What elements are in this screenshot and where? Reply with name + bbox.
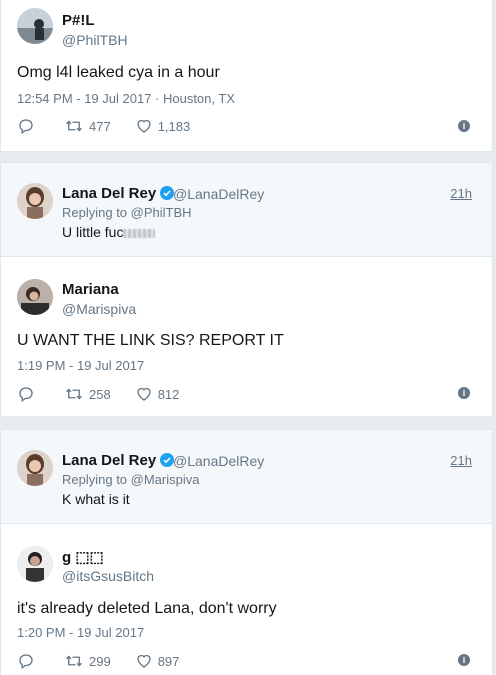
user-handle[interactable]: @itsGsusBitch — [62, 568, 154, 584]
replying-to[interactable]: Replying to @PhilTBH — [62, 205, 192, 220]
tweet-timestamp[interactable]: 1:20 PM - 19 Jul 2017 — [17, 625, 144, 640]
like-button[interactable]: 812 — [135, 385, 180, 403]
tweet-card-mariana[interactable]: Mariana @Marispiva U WANT THE LINK SIS? … — [0, 256, 493, 417]
like-button[interactable]: 1,183 — [135, 117, 191, 135]
retweet-button[interactable]: 477 — [64, 117, 111, 135]
retweet-count: 477 — [89, 118, 111, 134]
avatar[interactable] — [17, 546, 53, 582]
reply-button[interactable] — [17, 652, 40, 670]
tweet-text: it's already deleted Lana, don't worry — [17, 600, 277, 617]
info-icon[interactable]: i — [458, 387, 470, 399]
retweet-button[interactable]: 299 — [64, 652, 111, 670]
retweet-count: 299 — [89, 653, 111, 669]
tweet-actions: 299 897 — [17, 651, 203, 671]
retweet-icon — [66, 120, 82, 132]
tweet-card-phil[interactable]: P#!L @PhilTBH Omg l4l leaked cya in a ho… — [0, 0, 493, 152]
user-handle[interactable]: @LanaDelRey — [173, 453, 264, 469]
reply-icon — [19, 119, 33, 135]
censored-text — [123, 229, 156, 238]
heart-icon — [137, 654, 151, 668]
retweet-count: 258 — [89, 386, 111, 402]
tweet-actions: 258 812 — [17, 384, 203, 404]
retweet-button[interactable]: 258 — [64, 385, 111, 403]
like-count: 1,183 — [157, 118, 191, 134]
avatar[interactable] — [17, 279, 53, 315]
reply-button[interactable] — [17, 117, 40, 135]
user-handle[interactable]: @LanaDelRey — [173, 186, 264, 202]
heart-icon — [137, 119, 151, 133]
avatar[interactable] — [17, 450, 53, 486]
avatar[interactable] — [17, 8, 53, 44]
avatar[interactable] — [17, 183, 53, 219]
tweet-timestamp[interactable]: 12:54 PM - 19 Jul 2017 · Houston, TX — [17, 91, 235, 106]
relative-time[interactable]: 21h — [450, 453, 472, 468]
retweet-icon — [66, 655, 82, 667]
info-icon[interactable]: i — [458, 120, 470, 132]
reply-card-lana-2[interactable]: Lana Del Rey @LanaDelRey 21h Replying to… — [0, 429, 493, 524]
replying-to[interactable]: Replying to @Marispiva — [62, 472, 199, 487]
info-icon[interactable]: i — [458, 654, 470, 666]
heart-icon — [137, 387, 151, 401]
reply-text: K what is it — [62, 491, 130, 507]
reply-icon — [19, 654, 33, 670]
display-name[interactable]: P#!L — [62, 12, 95, 29]
tweet-text: Omg l4l leaked cya in a hour — [17, 64, 220, 81]
tweet-actions: 477 1,183 — [17, 116, 214, 136]
relative-time[interactable]: 21h — [450, 186, 472, 201]
tweet-card-gsus[interactable]: g ⬚⬚ @itsGsusBitch it's already deleted … — [0, 523, 493, 675]
reply-text: U little fuc — [62, 224, 156, 240]
like-button[interactable]: 897 — [135, 652, 180, 670]
display-name[interactable]: Lana Del Rey — [62, 452, 175, 469]
reply-icon — [19, 387, 33, 403]
reply-card-lana-1[interactable]: Lana Del Rey @LanaDelRey 21h Replying to… — [0, 162, 493, 257]
display-name[interactable]: g ⬚⬚ — [62, 548, 104, 566]
user-handle[interactable]: @PhilTBH — [62, 32, 128, 48]
like-count: 812 — [157, 386, 180, 402]
reply-button[interactable] — [17, 385, 40, 403]
user-handle[interactable]: @Marispiva — [62, 301, 136, 317]
tweet-text: U WANT THE LINK SIS? REPORT IT — [17, 332, 284, 349]
display-name[interactable]: Lana Del Rey — [62, 185, 175, 202]
display-name[interactable]: Mariana — [62, 281, 119, 298]
like-count: 897 — [157, 653, 180, 669]
tweet-timestamp[interactable]: 1:19 PM - 19 Jul 2017 — [17, 358, 144, 373]
retweet-icon — [66, 388, 82, 400]
